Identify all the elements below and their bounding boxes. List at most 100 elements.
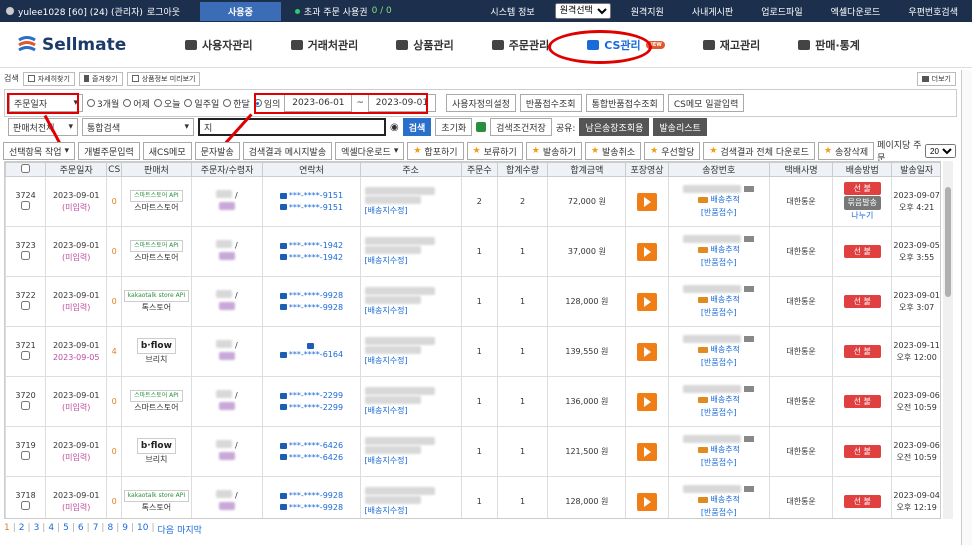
table-row[interactable]: 3718 2023-09-01 (미입력) 0 kakaotalk store API 톡… bbox=[5, 476, 940, 518]
radio-week[interactable]: 일주일 bbox=[184, 97, 219, 110]
row-checkbox[interactable] bbox=[21, 501, 31, 510]
remote-select[interactable]: 원격선택 bbox=[554, 3, 611, 19]
header-delivery[interactable]: 배송방법 bbox=[832, 162, 893, 177]
row-checkbox[interactable] bbox=[21, 301, 31, 310]
row-select[interactable]: 3724 bbox=[5, 176, 47, 227]
priority-button[interactable]: ★ 우선할당 bbox=[644, 142, 701, 160]
table-row[interactable]: 3721 2023-09-01 2023-09-05 4 b·flow 브리치 / ***-… bbox=[5, 326, 940, 377]
address-edit-link[interactable]: [배송지수정] bbox=[365, 356, 408, 365]
mobile-number[interactable]: ***-****-9151 bbox=[289, 202, 343, 213]
save-condition-button[interactable]: 검색조건저장 bbox=[490, 118, 552, 136]
radio-today[interactable]: 오늘 bbox=[153, 97, 180, 110]
header-courier[interactable]: 택배사명 bbox=[768, 162, 834, 177]
menu-stats[interactable]: 판매·통계 bbox=[779, 37, 879, 53]
customer-cell[interactable]: / bbox=[190, 326, 264, 377]
header-video[interactable]: 포장영상 bbox=[625, 162, 669, 177]
address-edit-link[interactable]: [배송지수정] bbox=[365, 206, 408, 215]
table-row[interactable]: 3719 2023-09-01 (미입력) 0 b·flow 브리치 / ***-****-… bbox=[5, 426, 940, 477]
radio-month[interactable]: 한달 bbox=[223, 97, 250, 110]
address-edit-link[interactable]: [배송지수정] bbox=[365, 456, 408, 465]
invoice-delete-button[interactable]: ★ 송장삭제 bbox=[817, 142, 875, 160]
return-link[interactable]: [반품접수] bbox=[701, 357, 737, 368]
page-link[interactable]: 9 bbox=[122, 523, 128, 536]
cs-count[interactable]: 0 bbox=[106, 376, 123, 427]
truck-icon[interactable] bbox=[744, 186, 755, 193]
truck-icon[interactable] bbox=[744, 286, 755, 293]
page-link[interactable]: 7 bbox=[93, 523, 99, 536]
more-button[interactable]: 더보기 bbox=[916, 71, 956, 86]
phone-number[interactable]: ***-****-9928 bbox=[289, 490, 343, 501]
header-invoice[interactable]: 송장번호 bbox=[667, 162, 770, 177]
logo[interactable]: Sellmate bbox=[16, 34, 136, 56]
integrated-return-button[interactable]: 통합반품접수조회 bbox=[585, 94, 664, 112]
truck-icon[interactable] bbox=[744, 486, 755, 493]
header-qty[interactable]: 합계수량 bbox=[496, 162, 549, 177]
cs-memo-bulk-button[interactable]: CS메모 일괄입력 bbox=[667, 94, 745, 112]
track-link[interactable]: 배송추적 bbox=[711, 494, 740, 505]
header-ship-date[interactable]: 발송일자 bbox=[891, 162, 940, 177]
row-checkbox[interactable] bbox=[21, 351, 31, 360]
page-link[interactable]: 8 bbox=[107, 523, 113, 536]
return-link[interactable]: [반품접수] bbox=[701, 207, 737, 218]
play-video-icon[interactable] bbox=[637, 492, 658, 511]
mobile-number[interactable]: ***-****-2299 bbox=[289, 402, 343, 413]
menu-users[interactable]: 사용자관리 bbox=[166, 37, 272, 53]
table-row[interactable]: 3722 2023-09-01 (미입력) 0 kakaotalk store API 톡… bbox=[5, 276, 940, 327]
header-select-all[interactable] bbox=[5, 162, 47, 177]
logout-link[interactable]: 로그아웃 bbox=[147, 5, 180, 18]
play-video-icon[interactable] bbox=[637, 342, 658, 361]
header-count[interactable]: 주문수 bbox=[460, 162, 498, 177]
cs-count[interactable]: 0 bbox=[106, 476, 123, 518]
play-video-icon[interactable] bbox=[637, 292, 658, 311]
track-link[interactable]: 배송추적 bbox=[711, 394, 740, 405]
new-cs-memo-button[interactable]: 새CS메모 bbox=[142, 142, 192, 160]
page-link[interactable]: 10 bbox=[137, 523, 148, 536]
selection-action-dropdown[interactable]: 선택항목 작업 ▾ bbox=[3, 142, 76, 160]
mobile-number[interactable]: ***-****-6164 bbox=[289, 349, 343, 360]
cs-count[interactable]: 0 bbox=[106, 226, 123, 277]
row-select[interactable]: 3719 bbox=[5, 426, 47, 477]
search-button[interactable]: 검색 bbox=[402, 118, 432, 136]
row-checkbox[interactable] bbox=[21, 201, 31, 210]
customer-cell[interactable]: / bbox=[190, 376, 264, 427]
track-link[interactable]: 배송추적 bbox=[711, 294, 740, 305]
play-video-icon[interactable] bbox=[637, 192, 658, 211]
table-row[interactable]: 3724 2023-09-01 (미입력) 0 스마트스토어 API 스마트스토어 / **… bbox=[5, 176, 940, 227]
customer-cell[interactable]: / bbox=[190, 226, 264, 277]
address-edit-link[interactable]: [배송지수정] bbox=[365, 506, 408, 515]
cs-count[interactable]: 4 bbox=[106, 326, 123, 377]
truck-icon[interactable] bbox=[744, 436, 755, 443]
link-board[interactable]: 사내게시판 bbox=[678, 5, 747, 18]
page-next-link[interactable]: 다음 bbox=[158, 523, 175, 536]
address-edit-link[interactable]: [배송지수정] bbox=[365, 306, 408, 315]
table-row[interactable]: 3723 2023-09-01 (미입력) 0 스마트스토어 API 스마트스토어 / **… bbox=[5, 226, 940, 277]
row-select[interactable]: 3718 bbox=[5, 476, 47, 518]
phone-number[interactable]: ***-****-6426 bbox=[289, 440, 343, 451]
customer-cell[interactable]: / bbox=[190, 276, 264, 327]
page-last-link[interactable]: 마지막 bbox=[177, 523, 202, 536]
link-system-info[interactable]: 시스템 정보 bbox=[476, 5, 548, 18]
play-video-icon[interactable] bbox=[637, 442, 658, 461]
radio-yesterday[interactable]: 어제 bbox=[123, 97, 150, 110]
menu-inventory[interactable]: 재고관리 bbox=[684, 37, 779, 53]
header-customer[interactable]: 주문자/수령자 bbox=[190, 162, 264, 177]
truck-icon[interactable] bbox=[744, 336, 755, 343]
reset-button[interactable]: 초기화 bbox=[435, 118, 473, 136]
split-link[interactable]: 나누기 bbox=[851, 211, 873, 220]
link-remote-support[interactable]: 원격지원 bbox=[617, 5, 678, 18]
custom-settings-button[interactable]: 사용자정의설정 bbox=[445, 94, 516, 112]
phone-number[interactable]: ***-****-1942 bbox=[289, 240, 343, 251]
header-address[interactable]: 주소 bbox=[359, 162, 462, 177]
mobile-number[interactable]: ***-****-6426 bbox=[289, 452, 343, 463]
play-video-icon[interactable] bbox=[637, 392, 658, 411]
phone-number[interactable]: ***-****-2299 bbox=[289, 390, 343, 401]
cs-count[interactable]: 0 bbox=[106, 176, 123, 227]
row-checkbox[interactable] bbox=[21, 251, 31, 260]
header-contact[interactable]: 연락처 bbox=[262, 162, 361, 177]
truck-icon[interactable] bbox=[744, 386, 755, 393]
customer-cell[interactable]: / bbox=[190, 476, 264, 518]
table-scrollbar[interactable] bbox=[943, 161, 953, 519]
phone-number[interactable]: ***-****-9151 bbox=[289, 190, 343, 201]
merge-button[interactable]: ★ 합포하기 bbox=[407, 142, 464, 160]
favorites-button[interactable]: 즐겨찾기 bbox=[78, 71, 123, 86]
